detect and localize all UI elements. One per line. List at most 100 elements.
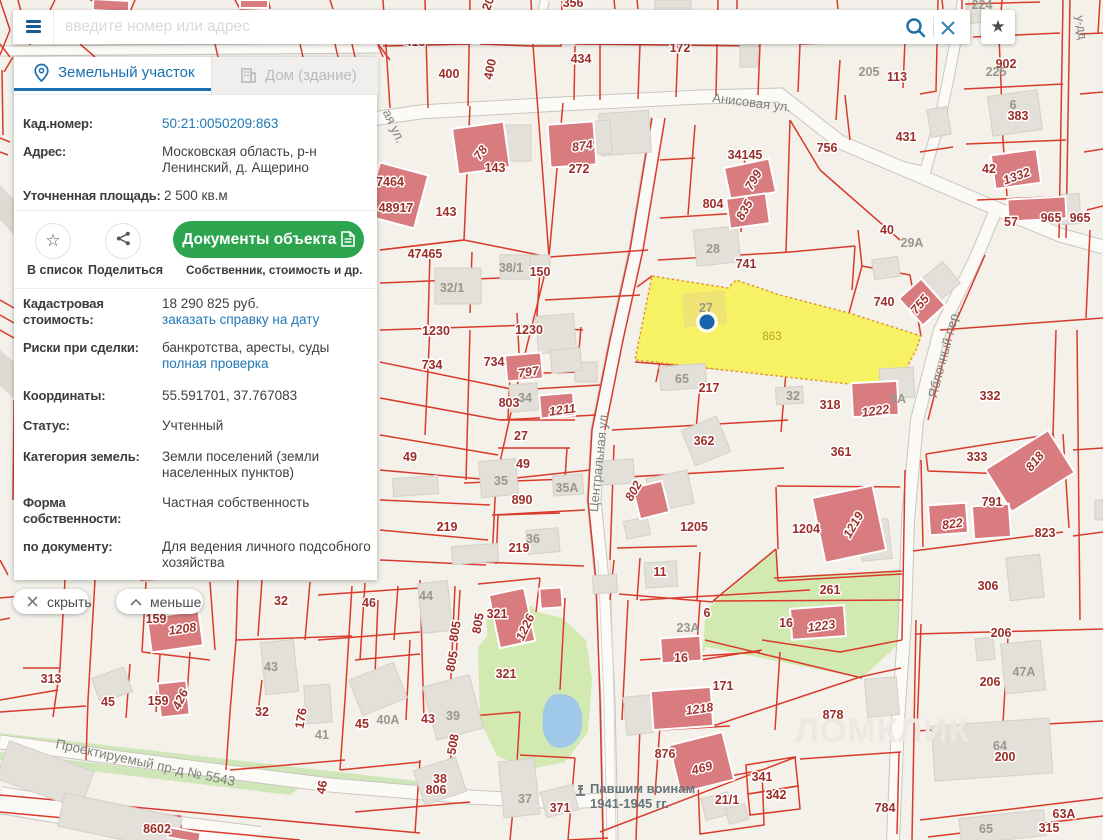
svg-text:321: 321 [487,607,508,621]
svg-text:43: 43 [421,712,435,726]
svg-text:7464: 7464 [376,175,404,189]
svg-text:23А: 23А [677,621,700,635]
svg-text:371: 371 [550,801,571,815]
svg-text:313: 313 [41,672,62,686]
svg-text:740: 740 [874,295,895,309]
svg-text:36: 36 [526,532,540,546]
svg-text:741: 741 [736,257,757,271]
svg-text:16: 16 [779,616,793,630]
svg-text:318: 318 [820,398,841,412]
svg-text:Павшим воинам: Павшим воинам [590,781,695,796]
svg-text:306: 306 [978,579,999,593]
svg-text:63А: 63А [1053,807,1076,821]
svg-text:40А: 40А [377,713,400,727]
svg-text:65: 65 [675,372,689,386]
svg-text:65: 65 [979,822,993,836]
svg-text:6: 6 [1010,98,1017,112]
svg-text:113: 113 [887,70,907,84]
svg-text:ЛОМКЛИК: ЛОМКЛИК [795,712,970,750]
svg-text:863: 863 [762,331,781,343]
svg-text:46: 46 [314,779,330,795]
svg-text:27: 27 [514,429,528,443]
svg-text:21/1: 21/1 [715,793,739,807]
svg-text:143: 143 [485,161,506,175]
svg-text:874: 874 [571,138,594,155]
svg-text:9А: 9А [890,392,906,406]
svg-text:47А: 47А [1013,665,1036,679]
svg-text:822: 822 [941,516,964,533]
svg-text:804: 804 [703,197,724,211]
svg-text:734: 734 [422,358,443,372]
svg-text:47465: 47465 [408,247,443,261]
svg-text:965: 965 [1041,211,1062,225]
svg-text:32: 32 [786,389,800,403]
svg-text:6: 6 [704,606,711,620]
svg-text:150: 150 [530,265,551,279]
svg-text:332: 332 [980,389,1001,403]
svg-text:434: 434 [571,52,592,66]
svg-text:217: 217 [699,381,720,395]
svg-text:1230: 1230 [515,323,543,337]
svg-text:27: 27 [699,301,713,315]
svg-text:806: 806 [426,783,447,797]
svg-text:40: 40 [880,223,894,237]
svg-text:361: 361 [831,445,852,459]
svg-text:400: 400 [439,67,460,81]
svg-text:37: 37 [518,792,532,806]
svg-text:261: 261 [820,583,841,597]
svg-text:803: 803 [499,396,520,410]
svg-text:1205: 1205 [680,520,708,534]
svg-text:43: 43 [264,660,278,674]
svg-text:272: 272 [569,162,590,176]
svg-text:876: 876 [655,747,676,761]
svg-text:225: 225 [986,65,1007,79]
svg-text:11: 11 [653,565,666,579]
svg-text:у-дд: у-дд [1073,15,1090,41]
svg-text:205: 205 [859,65,880,79]
svg-text:159: 159 [146,612,167,626]
svg-text:34145: 34145 [728,148,763,162]
svg-text:29А: 29А [901,236,924,250]
svg-text:143: 143 [436,205,457,219]
svg-text:1941-1945 гг.: 1941-1945 гг. [590,796,669,811]
svg-text:791: 791 [982,495,1003,509]
svg-text:784: 784 [875,801,896,815]
svg-text:35А: 35А [556,481,579,495]
svg-text:34: 34 [518,391,532,405]
svg-text:362: 362 [694,434,715,448]
svg-text:45: 45 [355,717,369,731]
svg-text:823: 823 [1035,526,1056,540]
svg-text:32: 32 [274,594,288,608]
svg-text:1204: 1204 [792,522,820,536]
svg-text:1230: 1230 [422,324,450,338]
svg-text:333: 333 [967,450,988,464]
svg-text:734: 734 [484,355,505,369]
svg-text:46: 46 [362,596,376,610]
svg-text:35: 35 [494,474,508,488]
svg-text:49: 49 [403,450,417,464]
svg-text:49: 49 [516,457,530,471]
svg-text:206: 206 [991,626,1012,640]
svg-text:342: 342 [766,788,787,802]
svg-text:159: 159 [148,694,169,708]
svg-text:41: 41 [315,728,329,742]
svg-text:42: 42 [982,162,996,176]
svg-text:431: 431 [896,130,917,144]
svg-text:38/1: 38/1 [499,261,523,275]
svg-text:32: 32 [255,705,269,719]
svg-text:45: 45 [101,695,115,709]
svg-text:890: 890 [512,493,533,507]
svg-text:965: 965 [1070,211,1091,225]
svg-text:756: 756 [817,141,838,155]
svg-text:219: 219 [437,520,458,534]
svg-text:16: 16 [674,651,688,665]
svg-text:171: 171 [713,679,734,693]
svg-text:44: 44 [419,589,433,603]
svg-text:48917: 48917 [379,201,414,215]
svg-text:8602: 8602 [143,822,171,836]
svg-text:39: 39 [446,709,460,723]
svg-text:28: 28 [706,242,720,256]
svg-text:32/1: 32/1 [440,281,464,295]
svg-text:57: 57 [1004,215,1018,229]
svg-text:341: 341 [752,770,773,784]
